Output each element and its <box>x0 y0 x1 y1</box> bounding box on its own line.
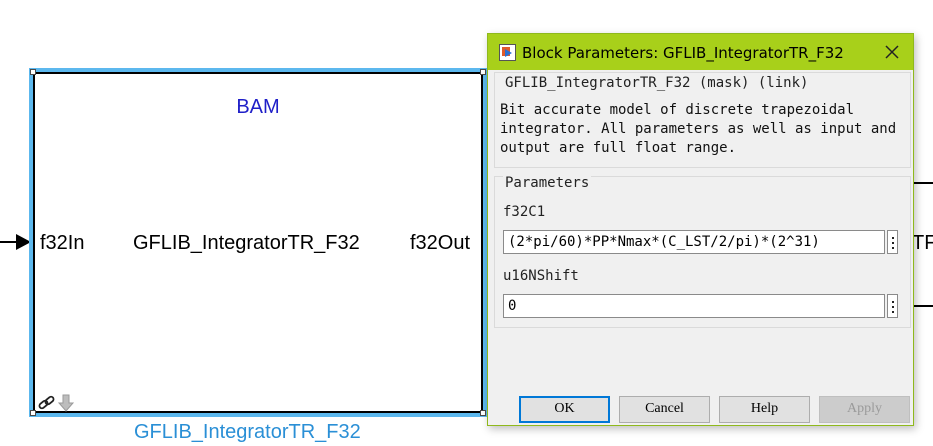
ok-button[interactable]: OK <box>519 396 610 423</box>
f32C1-input[interactable]: (2*pi/60)*PP*Nmax*(C_LST/2/pi)*(2^31) <box>503 230 885 254</box>
cancel-button[interactable]: Cancel <box>619 396 710 423</box>
block-display-name: GFLIB_IntegratorTR_F32 <box>133 232 360 254</box>
right-block-partial-text: TF <box>912 232 933 254</box>
param-label-f32C1: f32C1 <box>503 204 546 220</box>
apply-button[interactable]: Apply <box>819 396 910 423</box>
subsystem-block[interactable]: BAM f32In GFLIB_IntegratorTR_F32 f32Out <box>33 72 483 413</box>
resize-handle-br[interactable] <box>480 410 486 416</box>
mask-display-label: BAM <box>236 96 280 118</box>
block-name-caption[interactable]: GFLIB_IntegratorTR_F32 <box>134 421 361 444</box>
block-parameters-dialog: Block Parameters: GFLIB_IntegratorTR_F32… <box>487 33 914 426</box>
f32C1-options-button[interactable] <box>887 230 898 254</box>
link-icon[interactable] <box>37 394 57 412</box>
resize-handle-bl[interactable] <box>30 410 36 416</box>
input-port-label: f32In <box>40 232 85 254</box>
output-port-label: f32Out <box>410 232 471 254</box>
mask-description: Bit accurate model of discrete trapezoid… <box>500 102 897 156</box>
parameters-legend: Parameters <box>503 175 592 191</box>
arrow-down-icon <box>58 394 74 412</box>
resize-handle-tl[interactable] <box>30 69 36 75</box>
u16NShift-options-button[interactable] <box>887 294 898 318</box>
dialog-titlebar[interactable]: Block Parameters: GFLIB_IntegratorTR_F32 <box>488 34 913 70</box>
simulink-block-icon <box>499 44 516 61</box>
close-icon <box>885 45 899 59</box>
resize-handle-tr[interactable] <box>480 69 486 75</box>
help-button[interactable]: Help <box>719 396 810 423</box>
u16NShift-input[interactable]: 0 <box>503 294 885 318</box>
dialog-title: Block Parameters: GFLIB_IntegratorTR_F32 <box>522 44 844 62</box>
param-label-u16NShift: u16NShift <box>503 268 579 284</box>
mask-header: GFLIB_IntegratorTR_F32 (mask) (link) <box>503 75 811 91</box>
close-button[interactable] <box>877 38 907 66</box>
